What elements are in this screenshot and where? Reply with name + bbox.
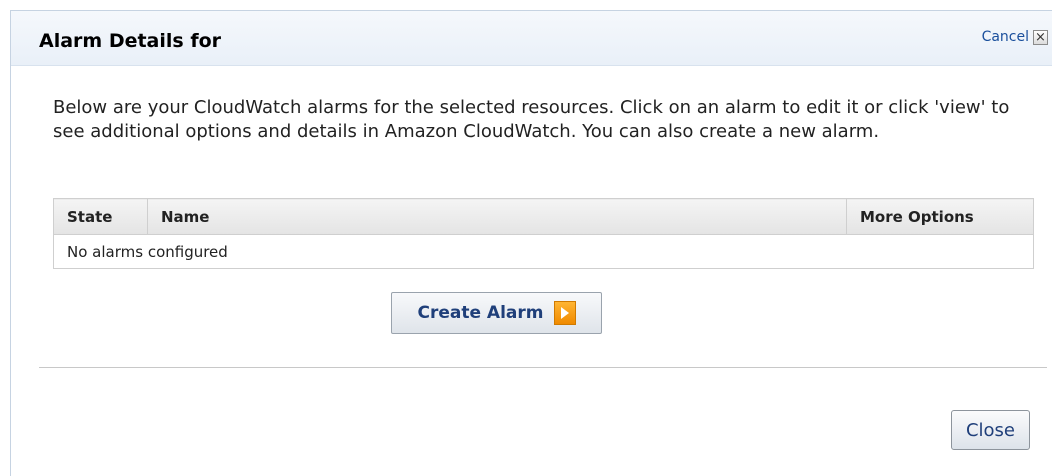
- play-arrow-icon: [553, 301, 576, 325]
- table-row: No alarms configured: [53, 234, 1034, 269]
- cancel-control[interactable]: Cancel ×: [982, 29, 1048, 45]
- create-alarm-button[interactable]: Create Alarm: [391, 292, 602, 334]
- close-button[interactable]: Close: [951, 410, 1030, 450]
- create-alarm-label: Create Alarm: [417, 303, 544, 323]
- table-header-row: State Name More Options: [53, 198, 1034, 235]
- close-icon[interactable]: ×: [1033, 29, 1048, 45]
- dialog-header: Alarm Details for Cancel ×: [11, 11, 1052, 66]
- footer-divider: [39, 367, 1047, 368]
- alarm-details-dialog: Alarm Details for Cancel × Below are you…: [10, 10, 1052, 476]
- column-header-name[interactable]: Name: [147, 198, 847, 235]
- cancel-link[interactable]: Cancel: [982, 29, 1029, 45]
- dialog-title: Alarm Details for: [39, 30, 222, 52]
- column-header-more-options: More Options: [846, 198, 1034, 235]
- empty-table-message: No alarms configured: [53, 234, 1034, 269]
- intro-text: Below are your CloudWatch alarms for the…: [53, 97, 1010, 142]
- column-header-state[interactable]: State: [53, 198, 148, 235]
- alarms-table: State Name More Options No alarms config…: [53, 198, 1034, 269]
